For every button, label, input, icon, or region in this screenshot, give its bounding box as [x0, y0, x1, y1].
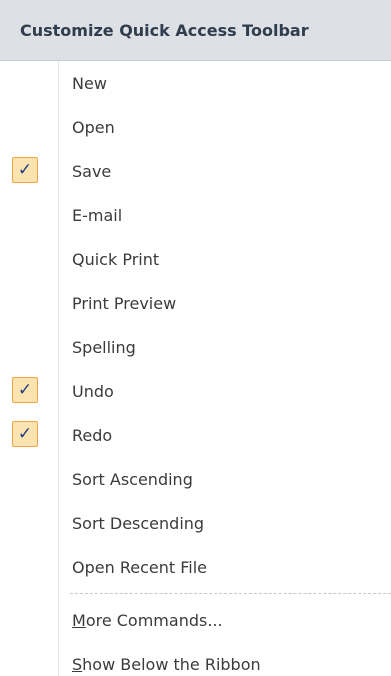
menu-item-print-preview[interactable]: Print Preview [0, 281, 391, 325]
menu-item-redo[interactable]: ✓ Redo [0, 413, 391, 457]
menu-item-label: More Commands... [72, 611, 223, 630]
menu-item-undo[interactable]: ✓ Undo [0, 369, 391, 413]
checkmark-icon: ✓ [12, 157, 38, 183]
menu-item-open-recent-file[interactable]: Open Recent File [0, 545, 391, 589]
menu-item-label: Open [72, 117, 115, 137]
menu-item-sort-descending[interactable]: Sort Descending [0, 501, 391, 545]
menu-item-label: New [72, 73, 107, 93]
menu-item-label: Redo [72, 425, 113, 445]
label-rest: ore Commands... [85, 610, 223, 630]
menu-item-more-commands[interactable]: More Commands... [0, 598, 391, 642]
menu-item-label: Save [72, 161, 112, 181]
checkmark-icon: ✓ [12, 377, 38, 403]
menu-item-open[interactable]: Open [0, 105, 391, 149]
menu-item-label: Quick Print [72, 249, 160, 269]
menu-item-sort-ascending[interactable]: Sort Ascending [0, 457, 391, 501]
menu-item-label: Sort Descending [72, 513, 205, 533]
menu-title: Customize Quick Access Toolbar [0, 0, 391, 61]
checkmark-icon: ✓ [12, 421, 38, 447]
menu-separator [0, 589, 391, 598]
menu-item-label: Print Preview [72, 293, 177, 313]
access-key: S [72, 654, 83, 674]
menu-item-email[interactable]: E-mail [0, 193, 391, 237]
menu-item-label: Spelling [72, 337, 136, 357]
menu-item-label: Open Recent File [72, 557, 207, 577]
menu-item-quick-print[interactable]: Quick Print [0, 237, 391, 281]
customize-quick-access-toolbar-menu: Customize Quick Access Toolbar New Open … [0, 0, 391, 676]
label-rest: how Below the Ribbon [82, 654, 261, 674]
menu-item-show-below-ribbon[interactable]: Show Below the Ribbon [0, 642, 391, 676]
menu-item-label: Sort Ascending [72, 469, 193, 489]
access-key: M [72, 610, 86, 630]
menu-item-spelling[interactable]: Spelling [0, 325, 391, 369]
menu-item-label: Show Below the Ribbon [72, 655, 261, 674]
menu-item-label: Undo [72, 381, 114, 401]
menu-item-label: E-mail [72, 205, 123, 225]
menu-item-new[interactable]: New [0, 61, 391, 105]
menu-item-save[interactable]: ✓ Save [0, 149, 391, 193]
